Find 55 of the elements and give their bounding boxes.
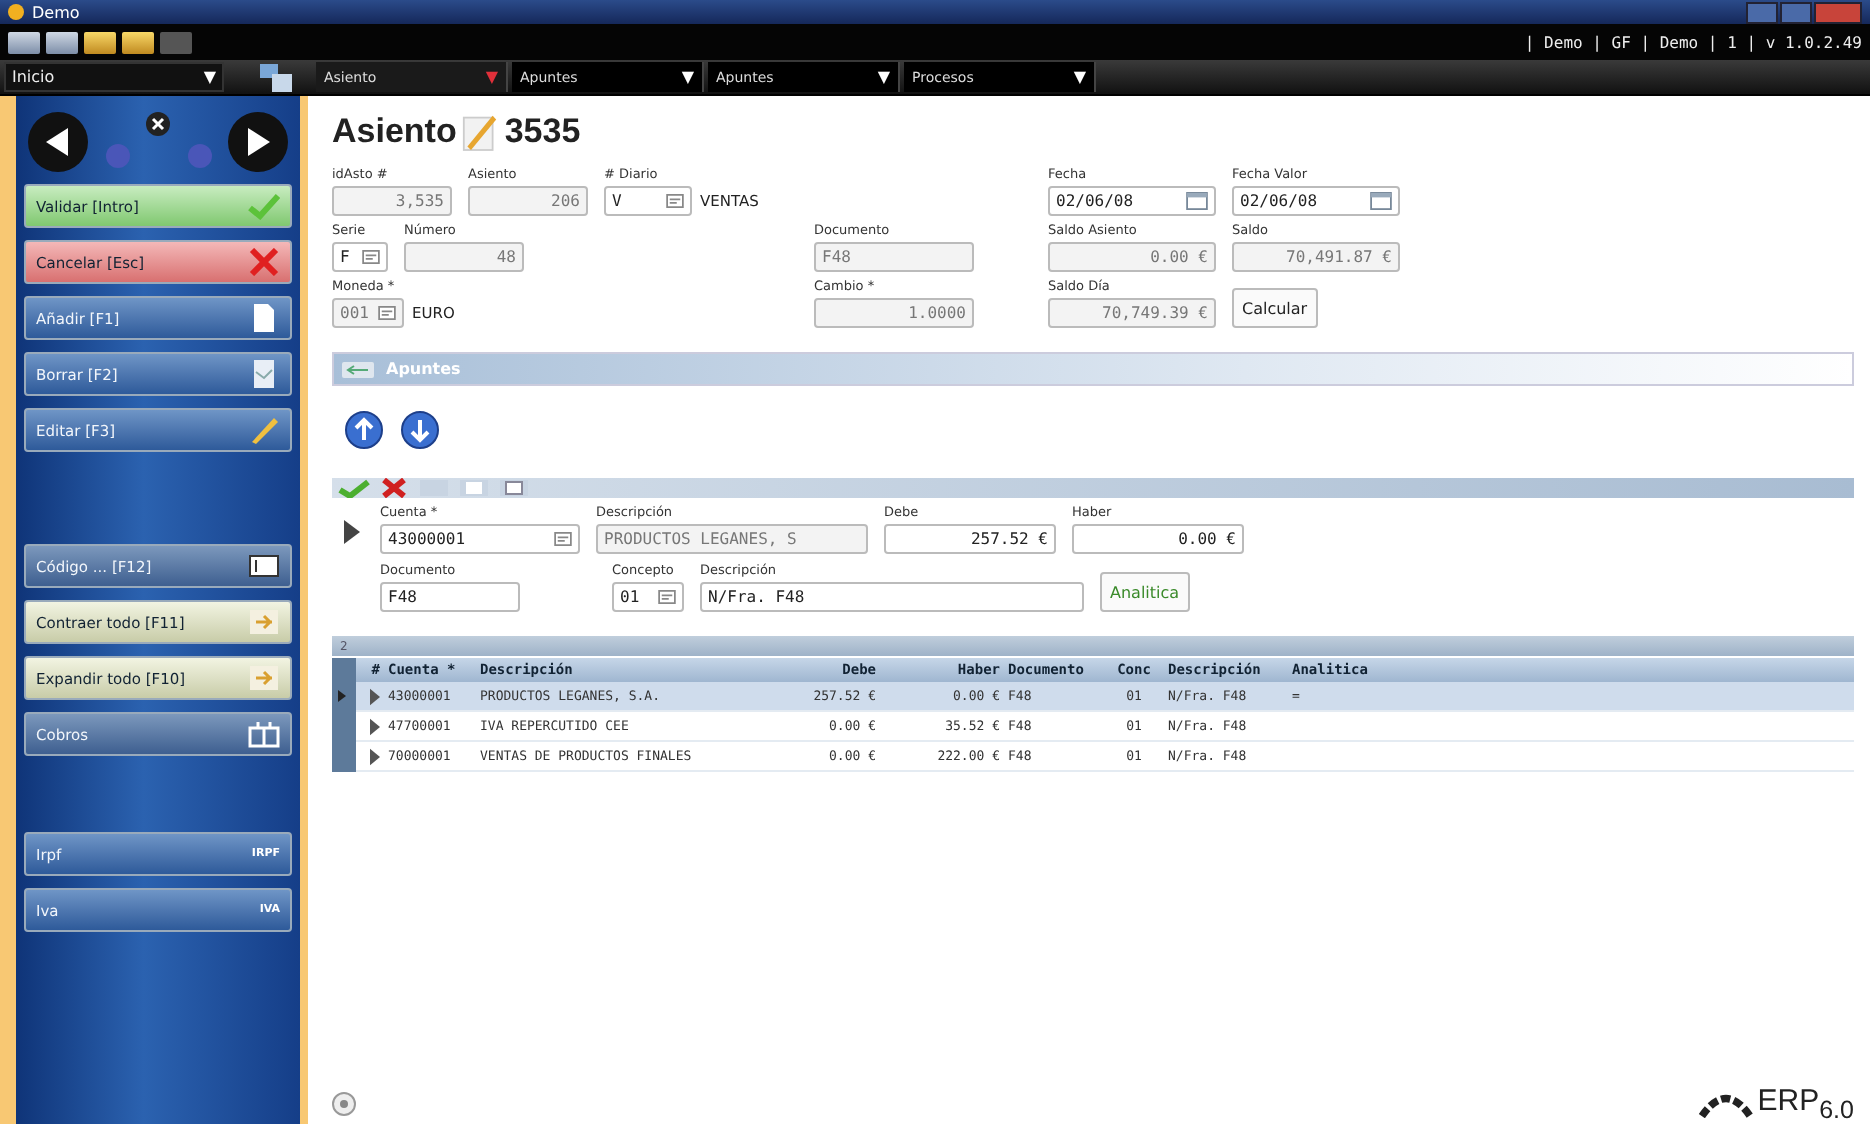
- move-down-button[interactable]: [400, 410, 440, 450]
- back-button[interactable]: [28, 112, 88, 172]
- input-field[interactable]: N/Fra. F48: [700, 582, 1084, 612]
- logo-text: ERP$_{6.0}$: [1757, 1084, 1854, 1124]
- session-info: | Demo | GF | Demo | 1 | v 1.0.2.49: [1524, 33, 1862, 51]
- move-up-button[interactable]: [344, 410, 384, 450]
- calendar-icon[interactable]: [1370, 192, 1392, 210]
- toolbar-icon[interactable]: [8, 31, 40, 53]
- row-header-column: [332, 658, 356, 772]
- arrows-icon: [248, 664, 280, 692]
- check-icon[interactable]: [336, 478, 372, 498]
- lookup-icon: [658, 590, 676, 604]
- document-icon[interactable]: [496, 478, 532, 498]
- toolbar-icon[interactable]: [46, 31, 78, 53]
- current-row-icon: [338, 690, 346, 702]
- lookup-field[interactable]: 01: [612, 582, 684, 612]
- collapse-icon[interactable]: [342, 361, 374, 377]
- document-icon: [248, 360, 280, 388]
- record-number: 3535: [504, 112, 581, 152]
- arrows-icon: [248, 608, 280, 636]
- calculate-button[interactable]: Calcular: [1232, 288, 1318, 328]
- maximize-button[interactable]: [1780, 1, 1812, 23]
- module-menu[interactable]: Inicio ▼: [4, 62, 224, 92]
- input-field[interactable]: 257.52 €: [884, 524, 1056, 554]
- minimize-button[interactable]: [1746, 1, 1778, 23]
- cross-icon: [248, 248, 280, 276]
- record-title: Asiento: [332, 112, 457, 152]
- lookup-icon: [666, 194, 684, 208]
- lookup-icon: [554, 532, 572, 546]
- lookup-icon: [362, 250, 380, 264]
- lookup-field[interactable]: 43000001: [380, 524, 580, 554]
- cross-icon[interactable]: [376, 478, 412, 498]
- lookup-icon: [378, 306, 396, 320]
- date-field[interactable]: 02/06/08: [1232, 186, 1400, 216]
- calendar-icon[interactable]: [1186, 192, 1208, 210]
- input-field[interactable]: 0.00 €: [1072, 524, 1244, 554]
- lookup-field[interactable]: V: [604, 186, 692, 216]
- cash-register-icon: [248, 720, 280, 748]
- row-pointer-icon: [344, 520, 360, 544]
- analytics-button[interactable]: Analitica: [1100, 572, 1190, 612]
- forward-button[interactable]: [228, 112, 288, 172]
- close-icon[interactable]: [146, 112, 170, 136]
- logo-icon: [1697, 1091, 1754, 1117]
- lookup-field[interactable]: F: [332, 242, 388, 272]
- windows-icon[interactable]: [260, 63, 292, 91]
- date-field[interactable]: 02/06/08: [1048, 186, 1216, 216]
- lookup-field[interactable]: 001: [332, 298, 404, 328]
- document-icon: [248, 304, 280, 332]
- app-icon: [8, 4, 24, 20]
- round-icon[interactable]: [332, 1092, 356, 1116]
- input-field[interactable]: F48: [380, 582, 520, 612]
- field-icon: [248, 552, 280, 580]
- window-title: Demo: [32, 3, 80, 21]
- check-icon: [248, 192, 280, 220]
- close-button[interactable]: [1814, 1, 1862, 23]
